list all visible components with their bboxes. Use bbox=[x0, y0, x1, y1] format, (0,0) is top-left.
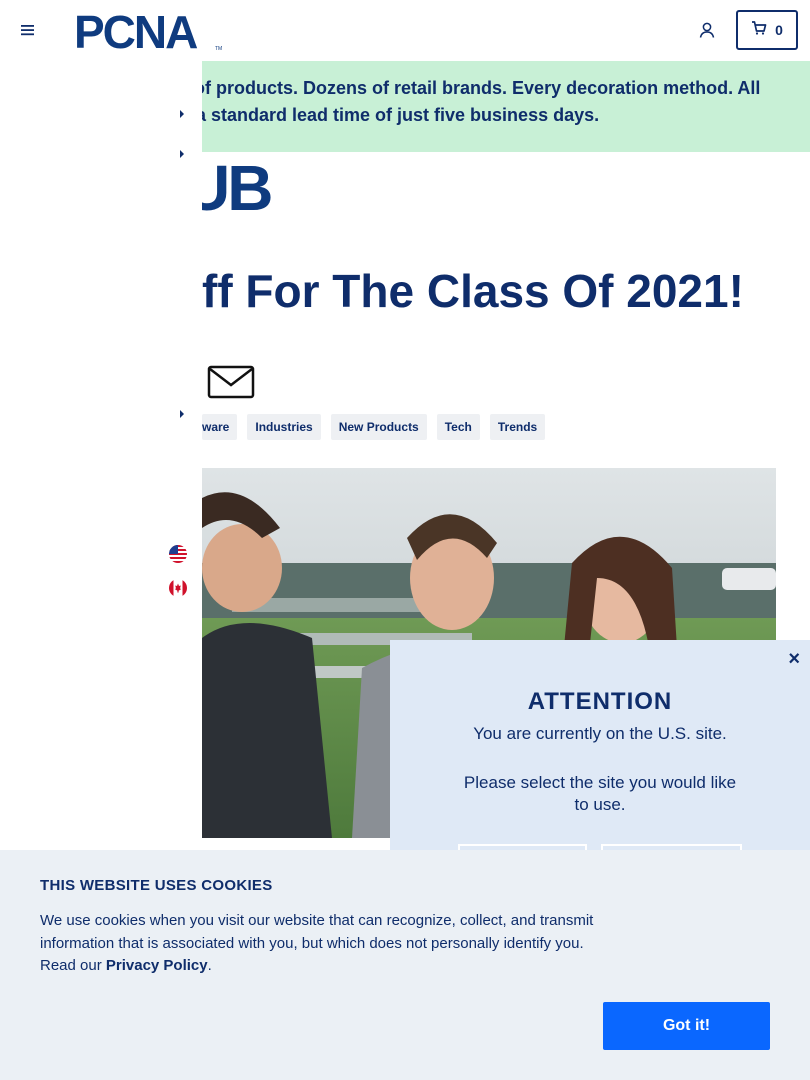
account-icon[interactable] bbox=[697, 20, 717, 40]
cart-count: 0 bbox=[775, 22, 783, 38]
site-select-modal: × ATTENTION You are currently on the U.S… bbox=[390, 640, 810, 874]
site-header: PCNA TM 0 bbox=[0, 0, 810, 61]
close-icon[interactable]: × bbox=[788, 648, 800, 671]
svg-text:TM: TM bbox=[215, 46, 222, 52]
cookie-title: THIS WEBSITE USES COOKIES bbox=[40, 877, 273, 894]
pcna-logo[interactable]: PCNA TM bbox=[74, 6, 226, 58]
promo-line-1: ls of products. Dozens of retail brands.… bbox=[202, 78, 761, 98]
promo-banner: ls of products. Dozens of retail brands.… bbox=[202, 61, 810, 152]
side-navigation bbox=[0, 61, 202, 851]
tag-item[interactable]: Trends bbox=[489, 414, 546, 440]
modal-select-text: Please select the site you would like to… bbox=[463, 773, 737, 814]
modal-heading: ATTENTION bbox=[527, 688, 673, 715]
privacy-policy-link[interactable]: Privacy Policy bbox=[106, 957, 208, 974]
mail-icon[interactable] bbox=[206, 364, 256, 400]
tag-item[interactable]: Industries bbox=[247, 414, 321, 440]
article-title: ff For The Class Of 2021! bbox=[202, 265, 744, 317]
cookie-text-suffix: . bbox=[207, 957, 212, 974]
caret-right-icon[interactable] bbox=[178, 107, 186, 119]
modal-current-site-text: You are currently on the U.S. site. bbox=[473, 724, 727, 743]
tag-item[interactable]: New Products bbox=[330, 414, 427, 440]
caret-right-icon[interactable] bbox=[178, 407, 186, 419]
hamburger-menu-icon[interactable] bbox=[17, 18, 39, 42]
cart-button[interactable]: 0 bbox=[736, 10, 798, 50]
caret-right-icon[interactable] bbox=[178, 147, 186, 159]
cookie-text: We use cookies when you visit our websit… bbox=[40, 910, 600, 978]
us-flag-icon[interactable] bbox=[169, 545, 187, 563]
accept-cookies-button[interactable]: Got it! bbox=[603, 1002, 770, 1050]
canada-flag-icon[interactable] bbox=[169, 579, 187, 597]
logo-text: PCNA bbox=[74, 8, 197, 54]
promo-text: ls of products. Dozens of retail brands.… bbox=[202, 75, 794, 129]
promo-line-2: th a standard lead time of just five bus… bbox=[202, 105, 600, 125]
article-tags: ware Industries New Products Tech Trends bbox=[202, 414, 546, 440]
tag-item[interactable]: ware bbox=[202, 414, 238, 440]
cookie-banner: THIS WEBSITE USES COOKIES We use cookies… bbox=[0, 850, 810, 1080]
tag-item[interactable]: Tech bbox=[436, 414, 480, 440]
cart-icon bbox=[751, 20, 767, 40]
hub-logo: UB bbox=[202, 158, 273, 220]
